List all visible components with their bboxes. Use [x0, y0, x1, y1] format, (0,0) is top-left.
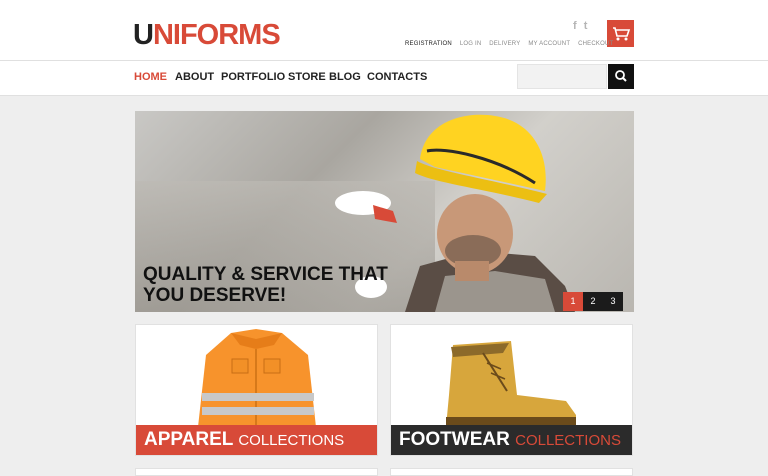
site-header: UNIFORMS f t REGISTRATION LOG IN DELIVER…	[0, 0, 768, 60]
search-icon	[615, 70, 627, 82]
nav-home[interactable]: HOME	[134, 71, 167, 83]
logo-rest: NIFORMS	[152, 19, 281, 51]
next-card-right	[390, 468, 633, 476]
nav-portfolio[interactable]: PORTFOLIO	[221, 71, 285, 83]
apparel-card[interactable]: APPAREL COLLECTIONS	[135, 324, 378, 456]
site-logo[interactable]: UNIFORMS	[133, 18, 281, 52]
slide-1-button[interactable]: 1	[563, 292, 583, 311]
logo-first-letter: U	[133, 19, 154, 51]
twitter-icon[interactable]: t	[584, 20, 588, 32]
nav-contacts[interactable]: CONTACTS	[367, 71, 427, 83]
hero-title-line-2: YOU DESERVE!	[143, 285, 287, 306]
footwear-card[interactable]: FOOTWEAR COLLECTIONS	[390, 324, 633, 456]
main-nav: HOME ABOUT PORTFOLIO STORE BLOG CONTACTS	[0, 60, 768, 96]
footwear-boot-image	[446, 341, 576, 427]
nav-blog[interactable]: BLOG	[329, 71, 361, 83]
nav-about[interactable]: ABOUT	[175, 71, 214, 83]
delivery-link[interactable]: DELIVERY	[489, 41, 520, 47]
apparel-subtitle: COLLECTIONS	[238, 432, 345, 449]
top-links: REGISTRATION LOG IN DELIVERY MY ACCOUNT …	[405, 41, 619, 47]
social-links: f t	[573, 20, 591, 32]
footwear-title: FOOTWEAR	[399, 429, 510, 450]
apparel-title: APPAREL	[144, 429, 234, 450]
registration-link[interactable]: REGISTRATION	[405, 41, 452, 47]
checkout-link[interactable]: CHECKOUT	[578, 41, 613, 47]
next-card-left	[135, 468, 378, 476]
hero-title: QUALITY & SERVICE THAT YOU DESERVE!	[143, 264, 443, 306]
search-button[interactable]	[608, 64, 634, 89]
footwear-subtitle: COLLECTIONS	[515, 432, 621, 449]
slide-2-button[interactable]: 2	[583, 292, 603, 311]
apparel-shirt-image	[198, 329, 316, 427]
apparel-caption: APPAREL COLLECTIONS	[136, 425, 377, 455]
facebook-icon[interactable]: f	[573, 20, 577, 32]
my-account-link[interactable]: MY ACCOUNT	[528, 41, 570, 47]
hero-slider: QUALITY & SERVICE THAT YOU DESERVE! 1 2 …	[135, 111, 634, 312]
login-link[interactable]: LOG IN	[460, 41, 482, 47]
hero-title-line-1: QUALITY & SERVICE THAT	[143, 264, 388, 285]
search-input[interactable]	[517, 64, 607, 89]
footwear-caption: FOOTWEAR COLLECTIONS	[391, 425, 632, 455]
nav-store[interactable]: STORE	[288, 71, 326, 83]
slide-3-button[interactable]: 3	[603, 292, 623, 311]
